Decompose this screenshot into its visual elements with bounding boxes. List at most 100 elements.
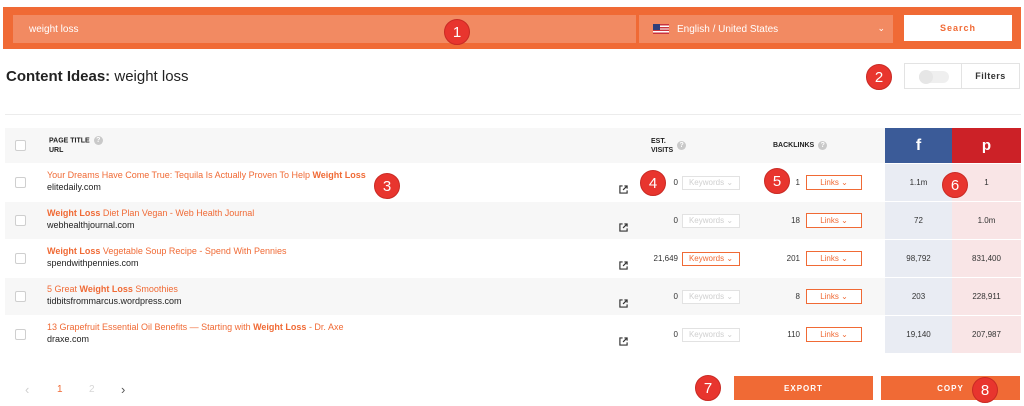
- next-page-button[interactable]: ›: [121, 382, 153, 397]
- row-checkbox[interactable]: [15, 214, 26, 226]
- external-link-icon[interactable]: [619, 337, 628, 346]
- est-visits-value: 0: [673, 216, 678, 225]
- divider: [5, 114, 1021, 115]
- est-visits-cell: 0 Keywords ⌄: [635, 316, 755, 353]
- page-domain: tidbitsfrommarcus.wordpress.com: [47, 296, 182, 306]
- us-flag-icon: [653, 24, 669, 34]
- page-domain: webhealthjournal.com: [47, 220, 135, 230]
- row-checkbox[interactable]: [15, 252, 26, 264]
- external-link-icon[interactable]: [619, 223, 628, 232]
- export-button[interactable]: EXPORT: [734, 376, 873, 400]
- callout-marker-8: 8: [972, 377, 998, 403]
- callout-marker-1: 1: [444, 19, 470, 45]
- links-dropdown[interactable]: Links ⌄: [806, 251, 862, 266]
- help-icon[interactable]: ?: [677, 141, 687, 150]
- content-ideas-table: PAGE TITLE? URL EST. VISITS ? BACKLINKS …: [5, 128, 1021, 353]
- page-title-prefix: Content Ideas:: [6, 68, 111, 85]
- keywords-dropdown[interactable]: Keywords ⌄: [682, 327, 740, 342]
- keywords-dropdown[interactable]: Keywords ⌄: [682, 251, 740, 266]
- select-all-checkbox[interactable]: [15, 139, 26, 151]
- header-visits-label-1: EST.: [651, 137, 666, 145]
- pinterest-icon[interactable]: p: [952, 128, 1021, 163]
- facebook-shares: 19,140: [885, 316, 952, 353]
- table-row: Your Dreams Have Come True: Tequila Is A…: [5, 163, 1021, 201]
- backlinks-value: 18: [791, 216, 800, 225]
- backlinks-value: 110: [787, 330, 800, 339]
- pagination: ‹ 1 2 ›: [25, 382, 153, 397]
- links-dropdown[interactable]: Links ⌄: [806, 213, 862, 228]
- backlinks-cell: 201 Links ⌄: [745, 240, 885, 277]
- backlinks-value: 201: [786, 254, 800, 263]
- pinterest-shares: 1.0m: [952, 202, 1021, 239]
- page-title-link[interactable]: Your Dreams Have Come True: Tequila Is A…: [47, 169, 617, 181]
- external-link-icon[interactable]: [619, 185, 628, 194]
- external-link-icon[interactable]: [619, 261, 628, 270]
- keywords-dropdown[interactable]: Keywords ⌄: [682, 175, 740, 190]
- pinterest-shares: 207,987: [952, 316, 1021, 353]
- callout-marker-2: 2: [866, 64, 892, 90]
- page-title-link[interactable]: Weight Loss Vegetable Soup Recipe - Spen…: [47, 245, 617, 257]
- external-link-icon[interactable]: [619, 299, 628, 308]
- help-icon[interactable]: ?: [818, 141, 828, 150]
- help-icon[interactable]: ?: [93, 136, 103, 146]
- chevron-down-icon: ⌄: [877, 23, 885, 33]
- page-1-button[interactable]: 1: [57, 384, 89, 395]
- backlinks-value: 8: [795, 292, 800, 301]
- copy-button[interactable]: COPY: [881, 376, 1020, 400]
- table-row: 5 Great Weight Loss Smoothies tidbitsfro…: [5, 277, 1021, 315]
- keywords-dropdown[interactable]: Keywords ⌄: [682, 289, 740, 304]
- page-title: Content Ideas: weight loss: [6, 68, 189, 85]
- est-visits-value: 0: [673, 292, 678, 301]
- est-visits-cell: 0 Keywords ⌄: [635, 202, 755, 239]
- facebook-icon[interactable]: f: [885, 128, 952, 163]
- header-backlinks: BACKLINKS ?: [773, 128, 828, 163]
- links-dropdown[interactable]: Links ⌄: [806, 289, 862, 304]
- page-title-link[interactable]: 13 Grapefruit Essential Oil Benefits — S…: [47, 321, 617, 333]
- filters-button[interactable]: Filters: [962, 64, 1019, 88]
- search-button[interactable]: Search: [904, 15, 1012, 41]
- search-bar: English / United States ⌄: [3, 7, 1021, 49]
- pinterest-shares: 228,911: [952, 278, 1021, 315]
- page-title-link[interactable]: Weight Loss Diet Plan Vegan - Web Health…: [47, 207, 617, 219]
- links-dropdown[interactable]: Links ⌄: [806, 327, 862, 342]
- facebook-shares: 203: [885, 278, 952, 315]
- prev-page-button[interactable]: ‹: [25, 382, 57, 397]
- table-row: Weight Loss Vegetable Soup Recipe - Spen…: [5, 239, 1021, 277]
- callout-marker-6: 6: [942, 172, 968, 198]
- language-select[interactable]: English / United States ⌄: [639, 15, 893, 43]
- filters-toggle[interactable]: [919, 70, 949, 84]
- backlinks-cell: 110 Links ⌄: [745, 316, 885, 353]
- keywords-dropdown[interactable]: Keywords ⌄: [682, 213, 740, 228]
- links-dropdown[interactable]: Links ⌄: [806, 175, 862, 190]
- search-input[interactable]: [13, 15, 636, 43]
- header-url-label: URL: [49, 146, 64, 154]
- header-page-title: PAGE TITLE? URL: [49, 128, 103, 163]
- backlinks-cell: 8 Links ⌄: [745, 278, 885, 315]
- facebook-shares: 72: [885, 202, 952, 239]
- header-est-visits: EST. VISITS ?: [651, 128, 687, 163]
- est-visits-value: 21,649: [653, 254, 678, 263]
- header-backlinks-label: BACKLINKS: [773, 142, 815, 149]
- est-visits-value: 0: [673, 330, 678, 339]
- language-label: English / United States: [677, 23, 779, 35]
- callout-marker-3: 3: [374, 173, 400, 199]
- callout-marker-5: 5: [764, 168, 790, 194]
- header-page-title-label: PAGE TITLE: [49, 137, 90, 145]
- table-row: 13 Grapefruit Essential Oil Benefits — S…: [5, 315, 1021, 353]
- backlinks-cell: 18 Links ⌄: [745, 202, 885, 239]
- page-domain: spendwithpennies.com: [47, 258, 139, 268]
- filters-control: Filters: [904, 63, 1020, 89]
- page-title-link[interactable]: 5 Great Weight Loss Smoothies: [47, 283, 617, 295]
- header-visits-label-2: VISITS: [651, 146, 674, 154]
- backlinks-value: 1: [795, 178, 800, 187]
- callout-marker-4: 4: [640, 170, 666, 196]
- pinterest-shares: 831,400: [952, 240, 1021, 277]
- est-visits-value: 0: [673, 178, 678, 187]
- row-checkbox[interactable]: [15, 328, 26, 340]
- page-2-button[interactable]: 2: [89, 384, 121, 395]
- est-visits-cell: 21,649 Keywords ⌄: [635, 240, 755, 277]
- est-visits-cell: 0 Keywords ⌄: [635, 278, 755, 315]
- row-checkbox[interactable]: [15, 176, 26, 188]
- table-header: PAGE TITLE? URL EST. VISITS ? BACKLINKS …: [5, 128, 1021, 163]
- row-checkbox[interactable]: [15, 290, 26, 302]
